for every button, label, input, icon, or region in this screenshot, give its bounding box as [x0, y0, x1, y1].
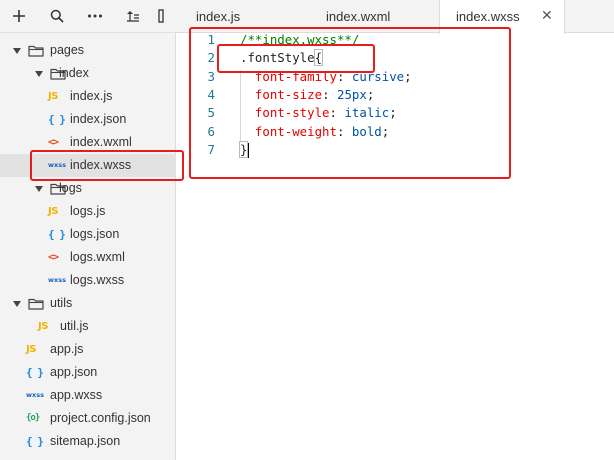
- chevron-down-icon[interactable]: [34, 62, 44, 85]
- tree-item-label: logs.wxml: [70, 250, 125, 264]
- json-file-icon: { }: [48, 113, 66, 126]
- tree-file[interactable]: { } app.json: [0, 361, 176, 384]
- tree-file[interactable]: <> logs.wxml: [0, 246, 176, 269]
- tree-file[interactable]: JS logs.js: [0, 200, 176, 223]
- json-file-icon: { }: [26, 366, 44, 379]
- tree-item-label: index.js: [70, 89, 113, 103]
- chevron-down-icon[interactable]: [12, 39, 22, 62]
- wxss-file-icon: wxss: [48, 276, 66, 284]
- file-tree: pages index JS index.js{ } index.json <> index…: [0, 39, 176, 453]
- tree-item-label: util.js: [60, 319, 89, 333]
- tree-item-label: logs.wxss: [70, 273, 125, 287]
- tree-item-label: index.json: [70, 112, 127, 126]
- js-file-icon: JS: [26, 344, 36, 355]
- wxss-file-icon: wxss: [26, 391, 44, 399]
- tree-folder[interactable]: index: [0, 62, 176, 85]
- tree-file[interactable]: JS util.js: [0, 315, 176, 338]
- json-file-icon: { }: [26, 435, 44, 448]
- tree-item-label: logs.json: [70, 227, 120, 241]
- tree-folder[interactable]: pages: [0, 39, 176, 62]
- tree-item-label: logs.js: [70, 204, 106, 218]
- tree-item-label: app.json: [50, 365, 98, 379]
- highlight-box-file: [30, 150, 184, 181]
- tree-file[interactable]: {o} project.config.json: [0, 407, 176, 430]
- js-file-icon: JS: [48, 206, 58, 217]
- file-explorer: pages index JS index.js{ } index.json <> index…: [0, 0, 176, 460]
- js-file-icon: JS: [38, 321, 48, 332]
- tree-item-label: utils: [50, 296, 73, 310]
- more-icon[interactable]: [76, 0, 114, 33]
- tree-item-label: app.wxss: [50, 388, 103, 402]
- tree-folder[interactable]: utils: [0, 292, 176, 315]
- tree-item-label: app.js: [50, 342, 84, 356]
- close-icon[interactable]: ✕: [541, 0, 553, 33]
- tree-item-label: sitemap.json: [50, 434, 121, 448]
- tree-file[interactable]: { } sitemap.json: [0, 430, 176, 453]
- explorer-toolbar: [0, 0, 176, 33]
- tree-file[interactable]: JS index.js: [0, 85, 176, 108]
- add-icon[interactable]: [0, 0, 38, 33]
- tree-file[interactable]: wxss app.wxss: [0, 384, 176, 407]
- config-file-icon: {o}: [26, 413, 40, 423]
- highlight-box-selector: [217, 44, 375, 73]
- json-file-icon: { }: [48, 228, 66, 241]
- folder-icon: [28, 39, 44, 62]
- tree-file[interactable]: { } index.json: [0, 108, 176, 131]
- tree-item-label: index: [59, 66, 89, 80]
- tree-file[interactable]: { } logs.json: [0, 223, 176, 246]
- tree-item-label: pages: [50, 43, 85, 57]
- collapse-icon[interactable]: [152, 0, 170, 33]
- chevron-down-icon[interactable]: [12, 292, 22, 315]
- tree-file[interactable]: wxss logs.wxss: [0, 269, 176, 292]
- js-file-icon: JS: [48, 91, 58, 102]
- search-icon[interactable]: [38, 0, 76, 33]
- tree-item-label: project.config.json: [50, 411, 151, 425]
- tree-file[interactable]: JS app.js: [0, 338, 176, 361]
- sort-icon[interactable]: [114, 0, 152, 33]
- folder-icon: [28, 292, 44, 315]
- wxml-file-icon: <>: [48, 252, 59, 263]
